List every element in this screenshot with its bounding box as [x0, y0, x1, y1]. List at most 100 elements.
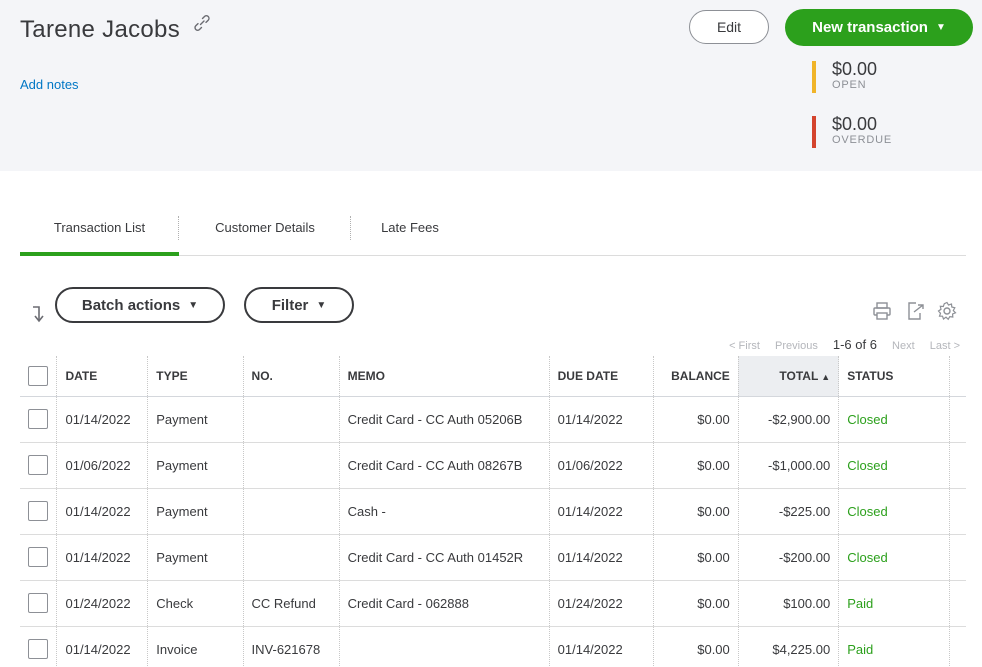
- col-memo[interactable]: MEMO: [338, 356, 550, 397]
- cell-balance: $0.00: [653, 396, 739, 443]
- pager-range: 1-6 of 6: [832, 337, 877, 352]
- cell-no: [242, 534, 340, 581]
- table-row[interactable]: 01/14/2022 Payment Credit Card - CC Auth…: [20, 396, 966, 443]
- table-row[interactable]: 01/14/2022 Payment Cash - 01/14/2022 $0.…: [20, 488, 966, 535]
- row-checkbox[interactable]: [28, 547, 48, 567]
- customer-name: Tarene Jacobs: [20, 16, 180, 43]
- cell-total: -$225.00: [737, 488, 839, 535]
- add-notes-link[interactable]: Add notes: [20, 77, 79, 92]
- cell-due-date: 01/24/2022: [548, 580, 654, 627]
- pager-previous[interactable]: Previous: [775, 340, 818, 352]
- cell-date: 01/24/2022: [56, 580, 148, 627]
- row-checkbox[interactable]: [28, 593, 48, 613]
- cell-total: $4,225.00: [737, 626, 839, 667]
- customer-header: Tarene Jacobs Add notes Edit New transac…: [0, 0, 982, 171]
- cell-status: Closed: [838, 534, 950, 581]
- sort-ascending-icon: ▲: [821, 371, 831, 382]
- cell-total: -$1,000.00: [737, 442, 839, 489]
- cell-balance: $0.00: [653, 580, 739, 627]
- caret-down-icon: ▼: [188, 299, 199, 311]
- row-select-cell: [20, 580, 57, 627]
- row-select-cell: [20, 534, 57, 581]
- table-row[interactable]: 01/14/2022 Invoice INV-621678 01/14/2022…: [20, 626, 966, 667]
- table-row[interactable]: 01/06/2022 Payment Credit Card - CC Auth…: [20, 442, 966, 489]
- cell-spacer: [948, 580, 966, 627]
- cell-memo: Credit Card - 062888: [338, 580, 550, 627]
- col-due-date[interactable]: DUE DATE: [548, 356, 654, 397]
- row-checkbox[interactable]: [28, 501, 48, 521]
- table-row[interactable]: 01/24/2022 Check CC Refund Credit Card -…: [20, 580, 966, 627]
- cell-balance: $0.00: [653, 626, 739, 667]
- print-icon[interactable]: [872, 301, 892, 321]
- cell-memo: Credit Card - CC Auth 05206B: [338, 396, 550, 443]
- new-transaction-button[interactable]: New transaction ▼: [785, 9, 973, 46]
- settings-gear-icon[interactable]: [937, 301, 957, 321]
- pagination: < First Previous 1-6 of 6 Next Last >: [717, 337, 960, 352]
- cell-status: Paid: [838, 580, 950, 627]
- row-checkbox[interactable]: [28, 639, 48, 659]
- cell-date: 01/14/2022: [56, 488, 148, 535]
- cell-balance: $0.00: [653, 534, 739, 581]
- cell-date: 01/14/2022: [56, 534, 148, 581]
- cell-status: Closed: [838, 396, 950, 443]
- cell-type: Payment: [147, 396, 244, 443]
- filter-button[interactable]: Filter ▼: [244, 287, 354, 323]
- col-status[interactable]: STATUS: [838, 356, 950, 397]
- cell-date: 01/14/2022: [56, 626, 148, 667]
- select-all-cell: [20, 356, 57, 397]
- cell-spacer: [948, 534, 966, 581]
- caret-down-icon: ▼: [316, 299, 327, 311]
- cell-memo: Cash -: [338, 488, 550, 535]
- row-select-cell: [20, 442, 57, 489]
- table-header-row: DATE TYPE NO. MEMO DUE DATE BALANCE TOTA…: [20, 356, 966, 397]
- col-total-label: TOTAL: [779, 368, 819, 383]
- cell-date: 01/14/2022: [56, 396, 148, 443]
- col-balance[interactable]: BALANCE: [653, 356, 739, 397]
- cell-due-date: 01/06/2022: [548, 442, 654, 489]
- sort-arrow-icon[interactable]: [30, 304, 46, 324]
- cell-no: [242, 488, 340, 535]
- cell-due-date: 01/14/2022: [548, 626, 654, 667]
- tab-transaction-list[interactable]: Transaction List: [20, 212, 179, 256]
- cell-memo: Credit Card - CC Auth 01452R: [338, 534, 550, 581]
- tab-late-fees[interactable]: Late Fees: [360, 212, 460, 256]
- cell-date: 01/06/2022: [56, 442, 148, 489]
- pager-next[interactable]: Next: [892, 340, 915, 352]
- cell-due-date: 01/14/2022: [548, 488, 654, 535]
- cell-spacer: [948, 626, 966, 667]
- cell-type: Payment: [147, 488, 244, 535]
- table-row[interactable]: 01/14/2022 Payment Credit Card - CC Auth…: [20, 534, 966, 581]
- cell-no: [242, 396, 340, 443]
- cell-due-date: 01/14/2022: [548, 534, 654, 581]
- transactions-table: DATE TYPE NO. MEMO DUE DATE BALANCE TOTA…: [20, 356, 966, 667]
- export-icon[interactable]: [905, 301, 925, 321]
- tab-bar: Transaction List Customer Details Late F…: [20, 212, 966, 256]
- col-date[interactable]: DATE: [56, 356, 148, 397]
- col-type[interactable]: TYPE: [147, 356, 244, 397]
- cell-total: $100.00: [737, 580, 839, 627]
- row-checkbox[interactable]: [28, 455, 48, 475]
- cell-type: Invoice: [147, 626, 244, 667]
- overdue-label: OVERDUE: [832, 134, 892, 146]
- row-checkbox[interactable]: [28, 409, 48, 429]
- select-all-checkbox[interactable]: [28, 365, 48, 386]
- col-spacer: [948, 356, 966, 397]
- col-no[interactable]: NO.: [242, 356, 340, 397]
- cell-memo: Credit Card - CC Auth 08267B: [338, 442, 550, 489]
- tab-divider: [350, 216, 351, 240]
- col-total[interactable]: TOTAL ▲: [737, 356, 839, 397]
- pager-last[interactable]: Last >: [930, 340, 960, 352]
- cell-spacer: [948, 488, 966, 535]
- pager-first[interactable]: < First: [729, 340, 760, 352]
- cell-type: Check: [147, 580, 244, 627]
- row-select-cell: [20, 488, 57, 535]
- batch-actions-button[interactable]: Batch actions ▼: [55, 287, 225, 323]
- link-icon[interactable]: [192, 13, 212, 33]
- cell-spacer: [948, 396, 966, 443]
- tab-divider: [178, 216, 179, 240]
- overdue-amount: $0.00: [832, 114, 878, 134]
- edit-button[interactable]: Edit: [689, 10, 769, 44]
- open-amount: $0.00: [832, 59, 878, 79]
- tab-customer-details[interactable]: Customer Details: [194, 212, 336, 256]
- cell-status: Paid: [838, 626, 950, 667]
